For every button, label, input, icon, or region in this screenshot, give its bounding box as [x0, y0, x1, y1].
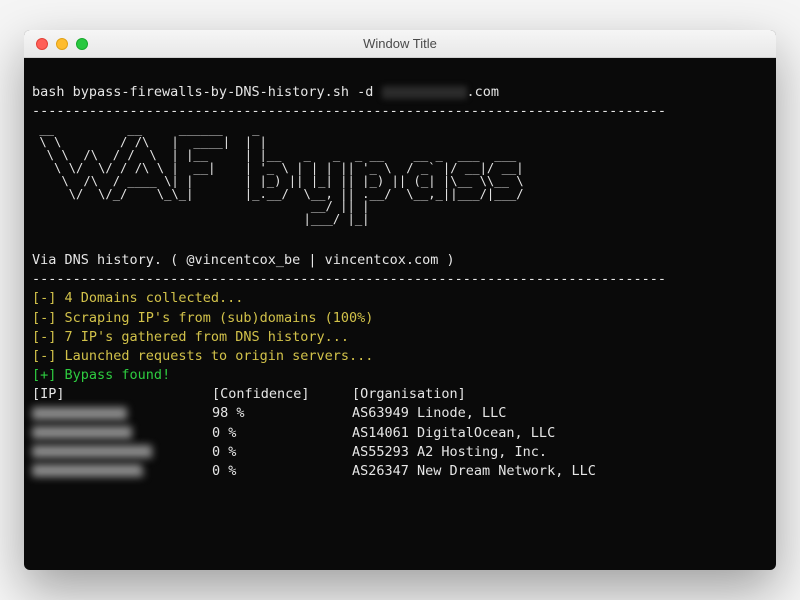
cell-confidence: 0 %	[212, 462, 352, 481]
status-line-success: [+] Bypass found!	[32, 367, 170, 383]
col-confidence: [Confidence]	[212, 385, 352, 404]
cell-organisation: AS63949 Linode, LLC	[352, 405, 506, 421]
status-line: [-] Scraping IP's from (sub)domains (100…	[32, 310, 373, 326]
window-title: Window Title	[24, 36, 776, 51]
redacted-ip: xxx.xxx.xxx.xx	[32, 464, 142, 477]
cell-organisation: AS26347 New Dream Network, LLC	[352, 463, 596, 479]
subtitle: Via DNS history. ( @vincentcox_be | vinc…	[32, 252, 455, 268]
cell-organisation: AS55293 A2 Hosting, Inc.	[352, 444, 547, 460]
table-row: xx.xx.xx.xx 98 %AS63949 Linode, LLC	[32, 405, 506, 421]
cell-organisation: AS14061 DigitalOcean, LLC	[352, 425, 555, 441]
status-line: [-] 4 Domains collected...	[32, 290, 243, 306]
command-line: bash bypass-firewalls-by-DNS-history.sh …	[32, 84, 499, 100]
redacted-ip: xx.xx.xx.xxx	[32, 426, 132, 439]
titlebar[interactable]: Window Title	[24, 30, 776, 58]
divider-bottom: ----------------------------------------…	[32, 271, 666, 287]
table-row: xxx.xxx.xxx.xx 0 %AS26347 New Dream Netwo…	[32, 463, 596, 479]
redacted-ip: xxx.xxx.xxx.xxx	[32, 445, 152, 458]
cell-confidence: 0 %	[212, 424, 352, 443]
command-suffix: .com	[467, 84, 500, 100]
status-line: [-] 7 IP's gathered from DNS history...	[32, 329, 349, 345]
cell-confidence: 98 %	[212, 404, 352, 423]
command-prefix: bash bypass-firewalls-by-DNS-history.sh …	[32, 84, 382, 100]
cell-confidence: 0 %	[212, 443, 352, 462]
status-line: [-] Launched requests to origin servers.…	[32, 348, 373, 364]
redacted-ip: xx.xx.xx.xx	[32, 407, 127, 420]
ascii-banner: __ __ ______ _ \ \ / /\ | ____| | | \ \ …	[32, 123, 768, 226]
table-row: xxx.xxx.xxx.xxx 0 %AS55293 A2 Hosting, In…	[32, 444, 547, 460]
terminal-body[interactable]: bash bypass-firewalls-by-DNS-history.sh …	[24, 58, 776, 506]
redacted-domain: xxxxxxxxxx	[382, 86, 467, 99]
col-ip: [IP]	[32, 385, 212, 404]
terminal-window: Window Title bash bypass-firewalls-by-DN…	[24, 30, 776, 570]
col-organisation: [Organisation]	[352, 386, 466, 402]
table-row: xx.xx.xx.xxx 0 %AS14061 DigitalOcean, LLC	[32, 425, 555, 441]
table-header: [IP][Confidence][Organisation]	[32, 386, 466, 402]
divider-top: ----------------------------------------…	[32, 103, 666, 119]
